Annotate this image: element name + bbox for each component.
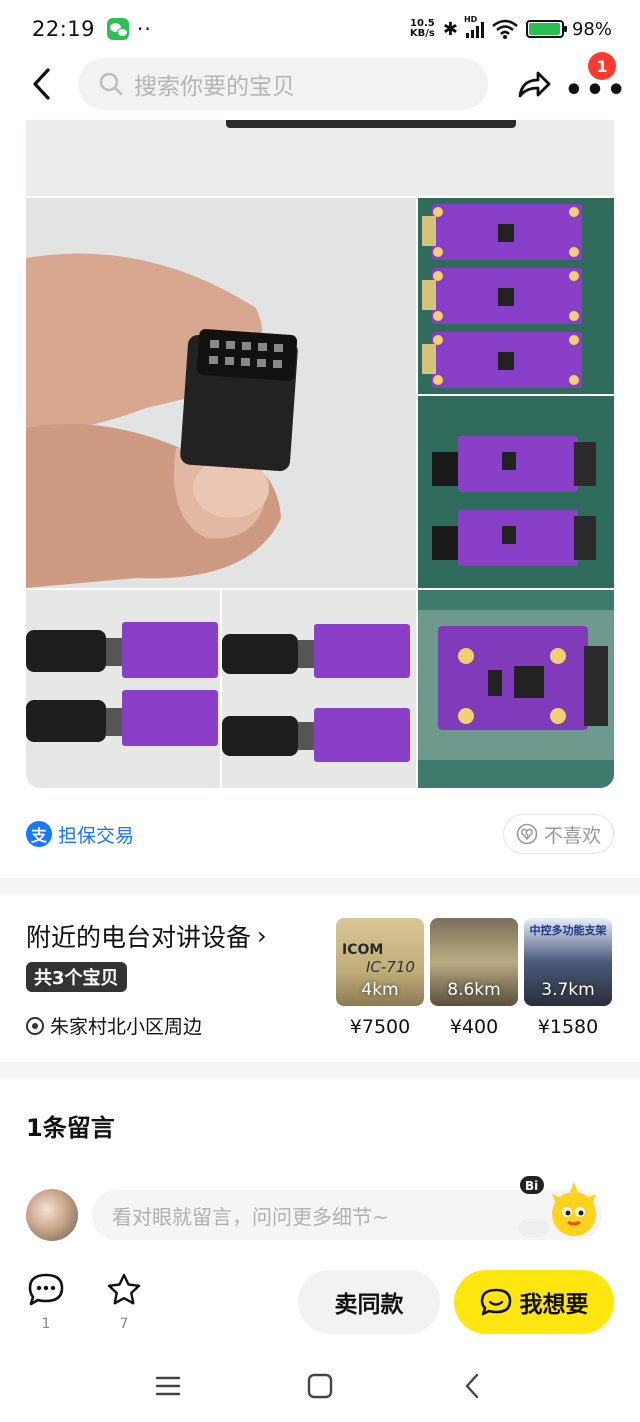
- nearby-item-image-text: ICOM: [342, 942, 384, 958]
- nearby-title[interactable]: 附近的 电台对讲设备 ›: [26, 918, 267, 954]
- usb-cables-photo-2: [222, 590, 416, 788]
- more-dots-icon: •••: [564, 73, 628, 108]
- chat-icon: [480, 1288, 511, 1316]
- star-icon: [107, 1273, 141, 1305]
- share-button[interactable]: [510, 60, 558, 108]
- search-icon: [99, 72, 123, 96]
- gallery-image-two-boards[interactable]: [418, 396, 614, 588]
- nearby-item-distance: 3.7km: [541, 980, 595, 1000]
- nearby-location-text: 朱家村北小区周边: [50, 1016, 203, 1038]
- svg-text:Bi: Bi: [525, 1179, 538, 1193]
- avatar: [26, 1189, 78, 1241]
- nearby-item-image: 8.6km: [430, 918, 518, 1006]
- wifi-icon: [492, 19, 518, 39]
- section-divider: [0, 1062, 640, 1078]
- hand-connector-photo: [26, 198, 416, 588]
- comments-title: 1条留言: [26, 1114, 115, 1142]
- section-divider: [0, 878, 640, 894]
- product-gallery: [26, 120, 614, 788]
- nearby-items: ICOM IC-710 4km ¥7500 8.6km ¥400 中控多功能支架…: [336, 918, 612, 1038]
- nearby-location: 朱家村北小区周边: [26, 1012, 202, 1039]
- nearby-title-prefix: 附近的: [26, 923, 102, 952]
- bottom-action-bar: 1 7 卖同款 我想要: [0, 1262, 640, 1344]
- network-speed-unit: KB/s: [409, 28, 435, 39]
- more-button[interactable]: ••• 1: [564, 52, 626, 108]
- status-icons: 10.5 KB/s ✱ HD 98%: [410, 15, 612, 40]
- cellular-signal-icon: HD: [464, 15, 484, 38]
- search-input[interactable]: 搜索你要的宝贝: [78, 58, 488, 110]
- menu-icon: [155, 1376, 181, 1396]
- back-triangle-icon: [465, 1373, 479, 1399]
- status-bar: 22:19 ·· 10.5 KB/s ✱ HD 98%: [0, 0, 640, 58]
- comment-placeholder: 看对眼就留言，问问更多细节~: [112, 1204, 389, 1229]
- board-closeup-photo: [418, 590, 614, 788]
- nearby-item[interactable]: 8.6km ¥400: [430, 918, 518, 1038]
- share-icon: [518, 71, 551, 98]
- comment-action[interactable]: 1: [26, 1272, 66, 1332]
- dislike-label: 不喜欢: [543, 824, 601, 847]
- favorite-action[interactable]: 7: [104, 1272, 144, 1332]
- battery-percent: 98%: [571, 18, 612, 40]
- system-navigation-bar: [0, 1350, 640, 1422]
- nearby-title-category: 电台对讲设备: [101, 918, 252, 954]
- notification-badge: 1: [588, 52, 616, 80]
- comment-input[interactable]: 看对眼就留言，问问更多细节~ Bi: [92, 1176, 602, 1240]
- battery-fill: [528, 23, 561, 35]
- gallery-image-hand[interactable]: [26, 198, 416, 588]
- nearby-item-distance: 4km: [361, 980, 399, 1000]
- nearby-item-price: ¥7500: [349, 1016, 411, 1038]
- alipay-icon: 支: [26, 821, 52, 847]
- gallery-image-usb-cables-1[interactable]: [26, 590, 220, 788]
- want-label: 我想要: [519, 1292, 589, 1318]
- menu-nav-button[interactable]: [148, 1366, 188, 1406]
- three-boards-photo: [418, 198, 614, 394]
- back-arrow-icon: [33, 68, 50, 100]
- nearby-item-image-text: IC-710: [366, 958, 415, 976]
- status-time: 22:19: [32, 17, 96, 41]
- chevron-right-icon: ›: [257, 922, 267, 950]
- nearby-section: 附近的 电台对讲设备 › 共3个宝贝 朱家村北小区周边 ICOM IC-710 …: [0, 896, 640, 1066]
- comment-row: 看对眼就留言，问问更多细节~ Bi: [26, 1176, 626, 1242]
- mascot-icon: Bi: [518, 1176, 596, 1238]
- want-button[interactable]: 我想要: [454, 1270, 614, 1334]
- hd-label: HD: [463, 15, 478, 24]
- nearby-count-badge: 共3个宝贝: [26, 962, 127, 992]
- back-button[interactable]: [14, 56, 70, 112]
- nearby-item-price: ¥400: [449, 1016, 499, 1038]
- gallery-image-three-boards[interactable]: [418, 198, 614, 394]
- gallery-image-board-closeup[interactable]: [418, 590, 614, 788]
- nearby-item-price: ¥1580: [537, 1016, 599, 1038]
- sell-same-button[interactable]: 卖同款: [298, 1270, 440, 1334]
- nearby-item-distance: 8.6km: [447, 980, 501, 1000]
- guarantee-label[interactable]: 担保交易: [58, 821, 134, 848]
- search-placeholder: 搜索你要的宝贝: [134, 74, 295, 100]
- gallery-top-image[interactable]: [26, 120, 614, 196]
- nearby-item-image-text: 中控多功能支架: [529, 924, 607, 937]
- nearby-item-image: 中控多功能支架 3.7km: [524, 918, 612, 1006]
- bluetooth-icon: ✱: [442, 18, 458, 40]
- dislike-button[interactable]: 不喜欢: [502, 814, 614, 854]
- status-dots: ··: [137, 17, 152, 41]
- nearby-item[interactable]: ICOM IC-710 4km ¥7500: [336, 918, 424, 1038]
- location-pin-icon: [26, 1016, 44, 1035]
- nearby-item-image: ICOM IC-710 4km: [336, 918, 424, 1006]
- comment-bubble-icon: [28, 1273, 64, 1306]
- broken-heart-icon: [516, 823, 538, 845]
- home-square-icon: [307, 1373, 333, 1399]
- top-navigation: 搜索你要的宝贝 ••• 1: [0, 52, 640, 112]
- favorite-count: 7: [119, 1316, 129, 1332]
- usb-cables-photo-1: [26, 590, 220, 788]
- wechat-icon: [107, 18, 130, 40]
- battery-icon: [525, 20, 567, 38]
- comment-count: 1: [41, 1316, 51, 1332]
- back-nav-button[interactable]: [452, 1366, 492, 1406]
- guarantee-row: 支 担保交易 不喜欢: [26, 812, 614, 856]
- home-nav-button[interactable]: [300, 1366, 340, 1406]
- nearby-item[interactable]: 中控多功能支架 3.7km ¥1580: [524, 918, 612, 1038]
- network-speed: 10.5 KB/s: [410, 19, 435, 39]
- two-boards-photo: [418, 396, 614, 588]
- gallery-image-usb-cables-2[interactable]: [222, 590, 416, 788]
